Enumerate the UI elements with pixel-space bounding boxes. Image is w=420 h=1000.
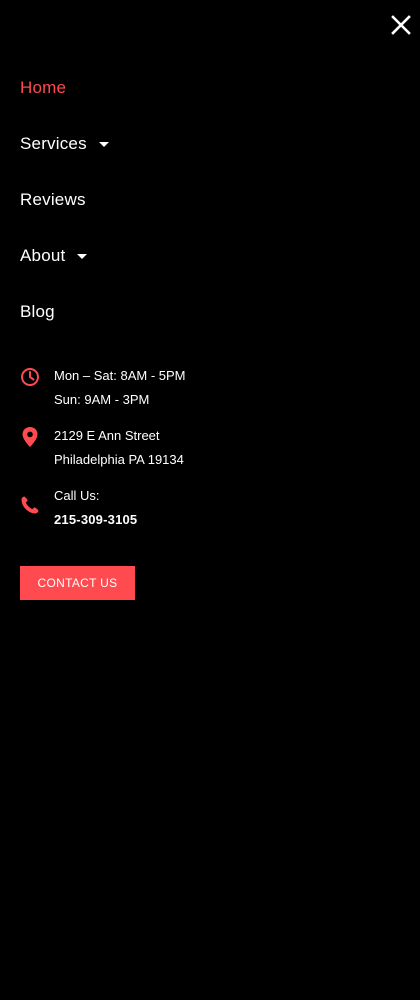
hours-weekday: Mon – Sat: 8AM - 5PM bbox=[54, 368, 186, 383]
nav-item-services[interactable]: Services bbox=[20, 116, 400, 172]
phone-label: Call Us: bbox=[54, 488, 100, 503]
business-hours: Mon – Sat: 8AM - 5PM Sun: 9AM - 3PM bbox=[20, 364, 400, 412]
clock-icon bbox=[21, 368, 39, 386]
phone-icon bbox=[21, 496, 39, 514]
nav-item-reviews[interactable]: Reviews bbox=[20, 172, 400, 228]
hours-sunday: Sun: 9AM - 3PM bbox=[54, 392, 150, 407]
close-menu-button[interactable] bbox=[390, 14, 412, 36]
nav-item-blog[interactable]: Blog bbox=[20, 284, 400, 340]
close-icon bbox=[391, 15, 411, 35]
address-city: Philadelphia PA 19134 bbox=[54, 452, 184, 467]
nav-item-label: Blog bbox=[20, 302, 55, 321]
nav-item-label: Services bbox=[20, 134, 87, 153]
map-pin-icon bbox=[22, 427, 38, 447]
nav-item-label: Home bbox=[20, 78, 67, 97]
nav-item-about[interactable]: About bbox=[20, 228, 400, 284]
business-phone: Call Us: 215-309-3105 bbox=[20, 484, 400, 532]
contact-us-button[interactable]: CONTACT US bbox=[20, 566, 135, 600]
phone-number[interactable]: 215-309-3105 bbox=[54, 508, 137, 532]
mobile-nav-menu: Home Services Reviews About Blog bbox=[20, 60, 400, 340]
address-street: 2129 E Ann Street bbox=[54, 428, 160, 443]
chevron-down-icon[interactable] bbox=[77, 253, 88, 259]
nav-item-home[interactable]: Home bbox=[20, 60, 400, 116]
nav-item-label: Reviews bbox=[20, 190, 86, 209]
business-address: 2129 E Ann Street Philadelphia PA 19134 bbox=[20, 424, 400, 472]
chevron-down-icon[interactable] bbox=[98, 141, 109, 147]
nav-item-label: About bbox=[20, 246, 66, 265]
